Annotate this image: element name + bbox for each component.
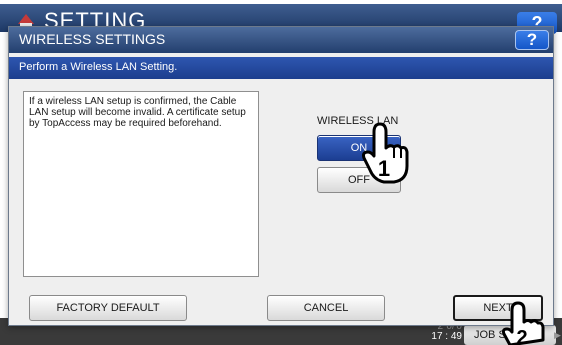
wireless-settings-dialog: WIRELESS SETTINGS ? Perform a Wireless L… — [8, 26, 554, 326]
clock-time: 17 : 49 — [431, 331, 462, 342]
message-text: If a wireless LAN setup is confirmed, th… — [29, 96, 246, 129]
pointing-hand-icon: 1 — [362, 122, 409, 184]
instruction-bar: Perform a Wireless LAN Setting. — [9, 57, 553, 79]
message-panel: If a wireless LAN setup is confirmed, th… — [23, 91, 259, 277]
instruction-text: Perform a Wireless LAN Setting. — [19, 61, 178, 73]
dialog-help-button[interactable]: ? — [515, 30, 549, 50]
dialog-title-bar: WIRELESS SETTINGS ? — [9, 27, 553, 53]
pointing-hand-icon-2: 2 — [501, 301, 545, 345]
footer-arrow-icon: ▶ — [554, 330, 561, 340]
dialog-title: WIRELESS SETTINGS — [19, 31, 166, 47]
step-1-label: 1 — [378, 156, 390, 181]
cancel-button[interactable]: CANCEL — [267, 295, 385, 321]
step-2-label: 2 — [516, 327, 527, 345]
factory-default-button[interactable]: FACTORY DEFAULT — [29, 295, 187, 321]
